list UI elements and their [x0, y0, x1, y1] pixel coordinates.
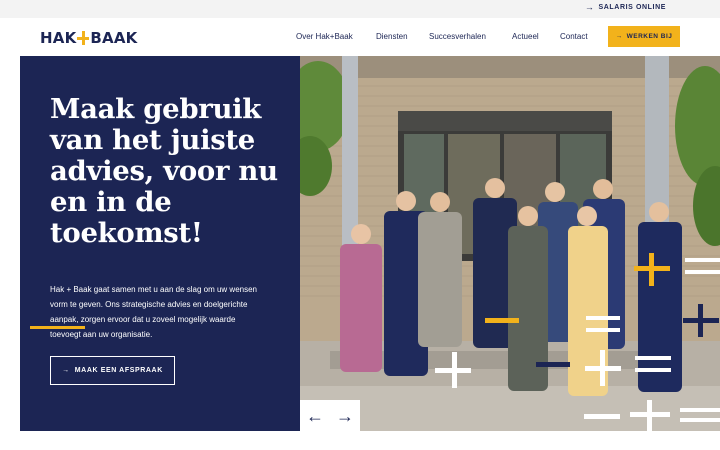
- arrow-right-icon: →: [62, 367, 70, 374]
- make-appointment-label: MAAK EEN AFSPRAAK: [74, 367, 163, 374]
- nav-item-actueel[interactable]: Actueel: [512, 32, 539, 41]
- hero-team-photo: [300, 56, 720, 431]
- hero-intro-text: Hak + Baak gaat samen met u aan de slag …: [50, 285, 258, 339]
- nav-item-over[interactable]: Over Hak+Baak: [296, 32, 353, 41]
- logo-plus-icon: [77, 30, 90, 46]
- utility-bar: → SALARIS ONLINE: [0, 0, 720, 18]
- arrow-left-icon[interactable]: ←: [306, 407, 324, 425]
- nav-item-diensten[interactable]: Diensten: [376, 32, 408, 41]
- hero-panel: Maak gebruik van het juiste advies, voor…: [20, 56, 300, 431]
- arrow-right-icon: →: [584, 2, 595, 12]
- nav-item-contact[interactable]: Contact: [560, 32, 588, 41]
- salaris-online-link[interactable]: → SALARIS ONLINE: [584, 2, 666, 12]
- salaris-online-label: SALARIS ONLINE: [598, 4, 666, 11]
- logo[interactable]: HAK BAAK: [40, 27, 137, 49]
- arrow-right-icon: →: [615, 33, 623, 40]
- werken-bij-label: WERKEN BIJ: [626, 33, 673, 40]
- logo-text-right: BAAK: [90, 29, 138, 47]
- logo-text-left: HAK: [40, 29, 77, 47]
- nav-item-succesverhalen[interactable]: Succesverhalen: [429, 32, 486, 41]
- werken-bij-button[interactable]: → WERKEN BIJ: [608, 26, 680, 47]
- team-photo-illustration: [300, 56, 720, 431]
- site-header: HAK BAAK Over Hak+Baak Diensten Succesve…: [0, 18, 720, 56]
- arrow-right-icon[interactable]: →: [336, 407, 354, 425]
- page-bottom-strip: [0, 431, 720, 450]
- slider-controls: ← →: [300, 400, 360, 431]
- hero-headline: Maak gebruik van het juiste advies, voor…: [50, 93, 278, 249]
- make-appointment-button[interactable]: → MAAK EEN AFSPRAAK: [50, 356, 175, 385]
